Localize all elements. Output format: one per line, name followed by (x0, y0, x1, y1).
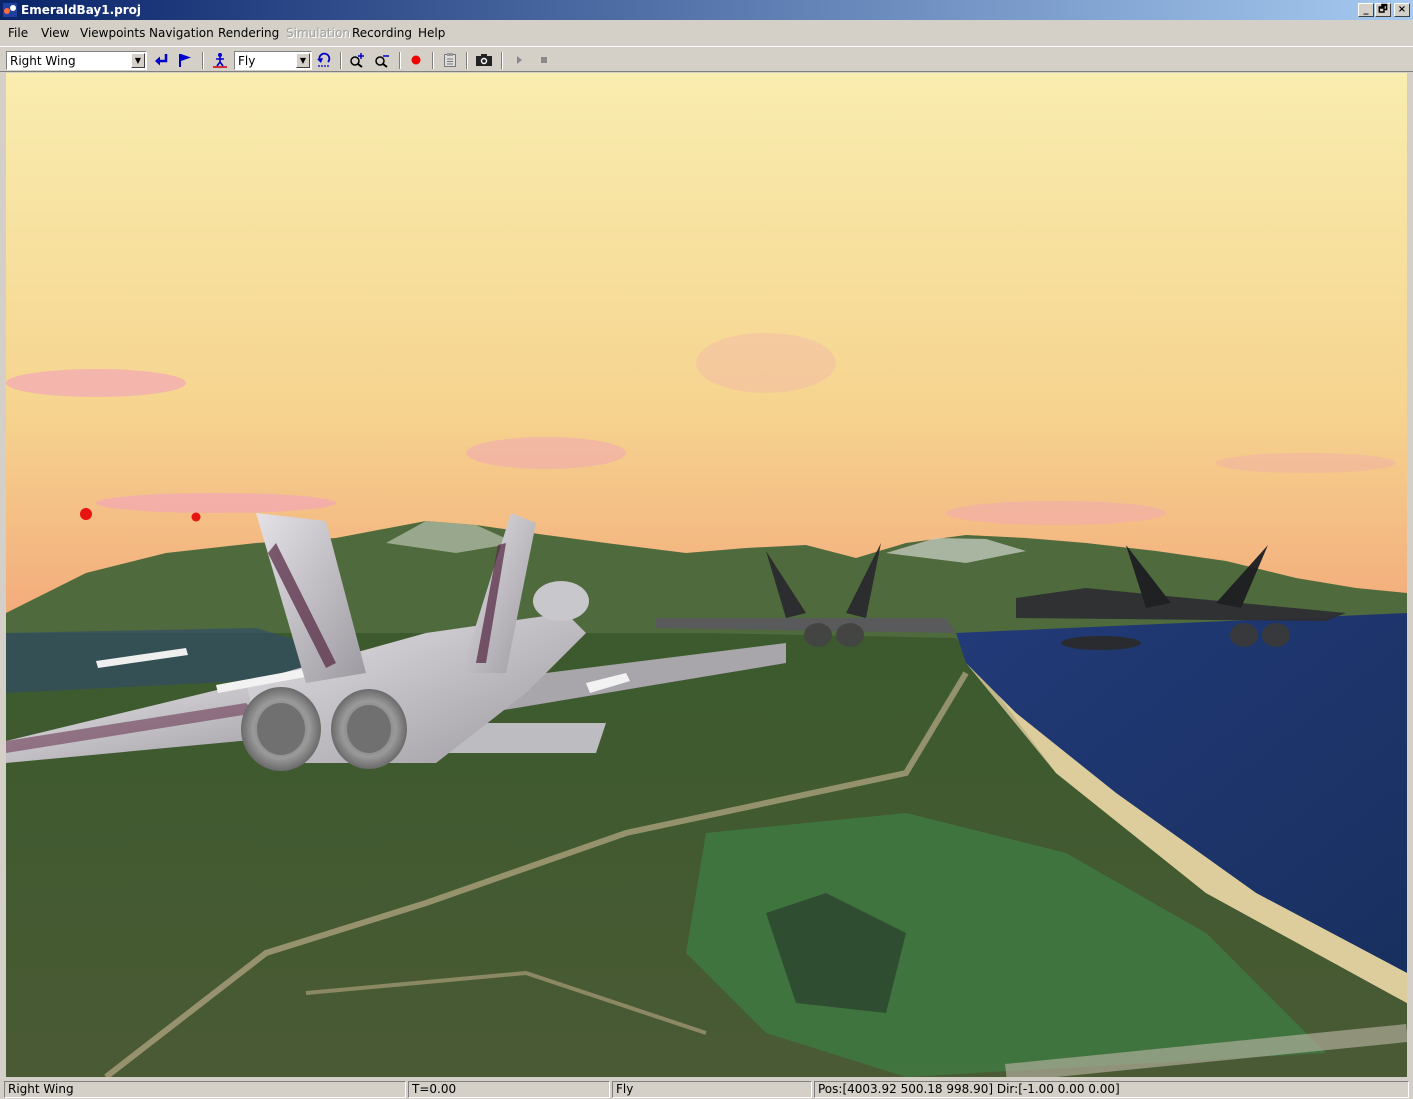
stop-icon[interactable] (534, 52, 554, 70)
menu-view[interactable]: View (41, 26, 69, 40)
menu-rendering[interactable]: Rendering (218, 26, 279, 40)
menu-simulation[interactable]: Simulation (286, 26, 350, 40)
menu-navigation[interactable]: Navigation (149, 26, 214, 40)
nav-mode-select[interactable]: Fly ▼ (234, 51, 312, 70)
status-mode: Fly (612, 1081, 812, 1098)
status-time: T=0.00 (408, 1081, 610, 1098)
nav-mode-select-value: Fly (238, 54, 256, 68)
toolbar-separator (399, 52, 401, 69)
zoom-out-icon[interactable] (372, 52, 392, 70)
zoom-in-icon[interactable] (347, 52, 367, 70)
toolbar-separator (202, 52, 204, 69)
flight-scene (6, 73, 1407, 1077)
window-title: EmeraldBay1.proj (21, 3, 142, 17)
maximize-button[interactable]: 🗗 (1375, 3, 1391, 17)
close-button[interactable]: × (1394, 3, 1410, 17)
flag-icon[interactable] (175, 52, 195, 70)
minimize-button[interactable]: _ (1358, 3, 1374, 17)
toolbar-separator (501, 52, 503, 69)
undo-curve-icon[interactable] (314, 52, 334, 70)
title-bar: EmeraldBay1.proj _ 🗗 × (0, 0, 1413, 20)
walk-person-icon[interactable] (210, 52, 230, 70)
clipboard-icon[interactable] (440, 52, 460, 70)
toolbar: Right Wing ▼ Fly ▼ (0, 46, 1413, 72)
viewpoint-select-value: Right Wing (10, 54, 76, 68)
menu-viewpoints[interactable]: Viewpoints (80, 26, 145, 40)
status-position: Pos:[4003.92 500.18 998.90] Dir:[-1.00 0… (814, 1081, 1409, 1098)
return-arrow-icon[interactable] (151, 52, 171, 70)
3d-viewport[interactable] (6, 73, 1407, 1077)
menu-help[interactable]: Help (418, 26, 445, 40)
status-viewpoint: Right Wing (4, 1081, 406, 1098)
menu-recording[interactable]: Recording (352, 26, 412, 40)
toolbar-separator (340, 52, 342, 69)
toolbar-separator (466, 52, 468, 69)
chevron-down-icon[interactable]: ▼ (131, 53, 145, 68)
status-bar: Right Wing T=0.00 Fly Pos:[4003.92 500.1… (0, 1079, 1413, 1099)
toolbar-separator (432, 52, 434, 69)
menu-file[interactable]: File (8, 26, 28, 40)
app-icon (3, 3, 17, 17)
play-icon[interactable] (509, 52, 529, 70)
record-icon[interactable] (406, 52, 426, 70)
menu-bar: File View Viewpoints Navigation Renderin… (0, 22, 1413, 44)
viewpoint-select[interactable]: Right Wing ▼ (6, 51, 147, 70)
chevron-down-icon[interactable]: ▼ (296, 53, 310, 68)
camera-icon[interactable] (474, 52, 494, 70)
